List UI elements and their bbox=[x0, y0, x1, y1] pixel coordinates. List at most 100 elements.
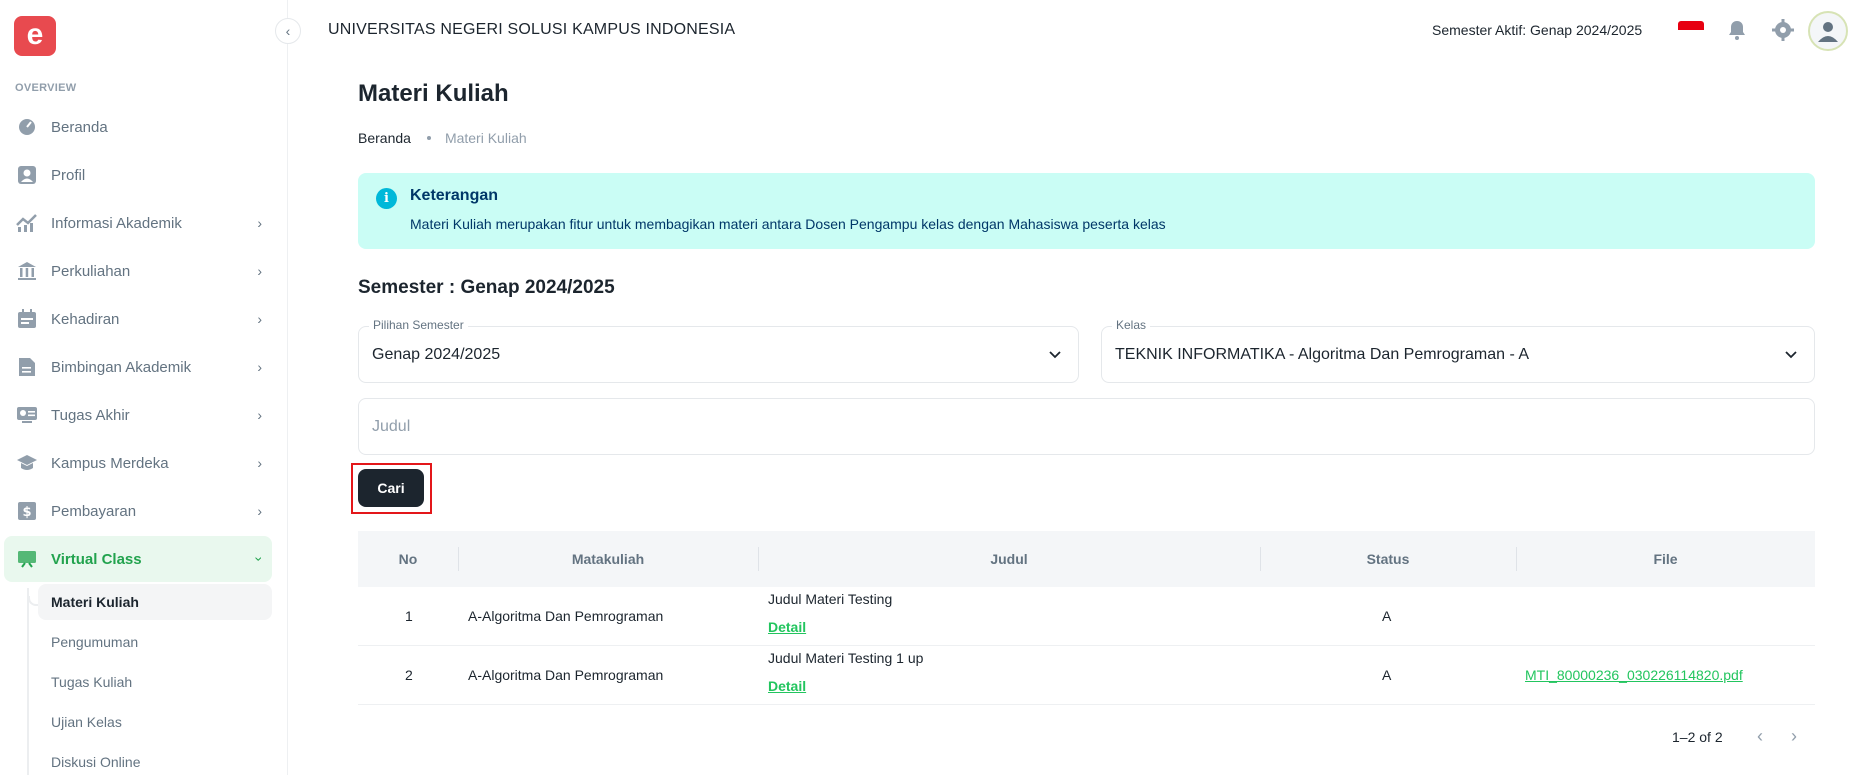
alert-title: Keterangan bbox=[410, 187, 499, 204]
cell-matakuliah: A-Algoritma Dan Pemrograman bbox=[468, 608, 664, 624]
sidebar-item-label: Virtual Class bbox=[51, 550, 142, 568]
sidebar-subitem-tugas-kuliah[interactable]: Tugas Kuliah bbox=[38, 664, 272, 700]
sidebar-item-perkuliahan[interactable]: Perkuliahan › bbox=[4, 248, 272, 294]
bell-icon[interactable] bbox=[1725, 18, 1749, 42]
chart-icon bbox=[16, 212, 38, 234]
dollar-icon: $ bbox=[16, 500, 38, 522]
sidebar-subitem-materi-kuliah[interactable]: Materi Kuliah bbox=[38, 584, 272, 620]
sidebar-item-label: Kehadiran bbox=[51, 310, 120, 328]
sidebar-item-profil[interactable]: Profil bbox=[4, 152, 272, 198]
cell-judul: Judul Materi Testing 1 up bbox=[768, 650, 924, 666]
pagination-info: 1–2 of 2 bbox=[1672, 729, 1723, 745]
table-header: No Matakuliah Judul Status File bbox=[358, 531, 1815, 587]
submenu-tick bbox=[28, 596, 38, 606]
file-link[interactable]: MTI_80000236_030226114820.pdf bbox=[1525, 667, 1743, 683]
cell-status: A bbox=[1382, 667, 1392, 683]
previous-page-button[interactable]: ‹ bbox=[1749, 726, 1771, 748]
sidebar-section-label: OVERVIEW bbox=[15, 82, 77, 94]
graduation-cap-icon bbox=[16, 452, 38, 474]
semester-select-label: Pilihan Semester bbox=[369, 318, 468, 332]
alert-text: Materi Kuliah merupakan fitur untuk memb… bbox=[410, 216, 1166, 232]
column-header-matakuliah[interactable]: Matakuliah bbox=[458, 531, 758, 587]
sidebar-subitem-label: Pengumuman bbox=[51, 634, 139, 650]
chevron-down-icon bbox=[1785, 351, 1797, 359]
sidebar-subitem-ujian-kelas[interactable]: Ujian Kelas bbox=[38, 704, 272, 740]
breadcrumb-home-link[interactable]: Beranda bbox=[358, 130, 411, 146]
detail-link[interactable]: Detail bbox=[768, 678, 806, 694]
sidebar-collapse-button[interactable]: ‹ bbox=[275, 18, 301, 44]
sidebar-subitem-label: Ujian Kelas bbox=[51, 714, 122, 730]
kelas-select[interactable]: Kelas TEKNIK INFORMATIKA - Algoritma Dan… bbox=[1101, 318, 1815, 383]
active-semester: Semester Aktif: Genap 2024/2025 bbox=[1432, 22, 1643, 38]
board-icon bbox=[16, 548, 38, 570]
chevron-right-icon: › bbox=[257, 455, 262, 471]
page-title: Materi Kuliah bbox=[358, 80, 509, 107]
chevron-right-icon: › bbox=[257, 311, 262, 327]
cell-matakuliah: A-Algoritma Dan Pemrograman bbox=[468, 667, 664, 683]
breadcrumb: Beranda Materi Kuliah bbox=[358, 130, 527, 146]
chevron-right-icon: › bbox=[257, 359, 262, 375]
chevron-right-icon: › bbox=[257, 503, 262, 519]
dashboard-icon bbox=[16, 116, 38, 138]
column-header-file[interactable]: File bbox=[1516, 531, 1815, 587]
cell-status: A bbox=[1382, 608, 1392, 624]
sidebar-item-kampus-merdeka[interactable]: Kampus Merdeka › bbox=[4, 440, 272, 486]
cell-no: 1 bbox=[405, 608, 413, 624]
semester-heading: Semester : Genap 2024/2025 bbox=[358, 277, 615, 298]
id-card-icon bbox=[16, 404, 38, 426]
sidebar-item-label: Tugas Akhir bbox=[51, 406, 130, 424]
column-header-judul[interactable]: Judul bbox=[758, 531, 1260, 587]
sidebar-item-label: Informasi Akademik bbox=[51, 214, 182, 232]
sidebar: e OVERVIEW Beranda Profil Informasi Akad… bbox=[0, 0, 288, 775]
kelas-select-value: TEKNIK INFORMATIKA - Algoritma Dan Pemro… bbox=[1115, 346, 1530, 363]
app-logo[interactable]: e bbox=[14, 16, 56, 56]
chevron-right-icon: › bbox=[257, 215, 262, 231]
sidebar-item-virtual-class[interactable]: Virtual Class › bbox=[4, 536, 272, 582]
sidebar-item-beranda[interactable]: Beranda bbox=[4, 104, 272, 150]
sidebar-item-label: Beranda bbox=[51, 118, 108, 136]
sidebar-subitem-label: Tugas Kuliah bbox=[51, 674, 133, 690]
detail-link[interactable]: Detail bbox=[768, 619, 806, 635]
svg-text:$: $ bbox=[22, 505, 31, 520]
chevron-down-icon bbox=[1049, 351, 1061, 359]
sidebar-item-pembayaran[interactable]: $ Pembayaran › bbox=[4, 488, 272, 534]
university-name: UNIVERSITAS NEGERI SOLUSI KAMPUS INDONES… bbox=[328, 21, 736, 38]
sidebar-item-informasi-akademik[interactable]: Informasi Akademik › bbox=[4, 200, 272, 246]
sidebar-subitem-label: Diskusi Online bbox=[51, 754, 141, 770]
document-icon bbox=[16, 356, 38, 378]
search-button[interactable]: Cari bbox=[358, 469, 424, 507]
semester-select[interactable]: Pilihan Semester Genap 2024/2025 bbox=[358, 318, 1079, 383]
sidebar-item-label: Kampus Merdeka bbox=[51, 454, 169, 472]
chevron-down-icon: › bbox=[251, 556, 268, 562]
info-alert: i Keterangan Materi Kuliah merupakan fit… bbox=[358, 173, 1815, 249]
column-header-no[interactable]: No bbox=[358, 531, 458, 587]
sidebar-item-bimbingan-akademik[interactable]: Bimbingan Akademik › bbox=[4, 344, 272, 390]
cell-no: 2 bbox=[405, 667, 413, 683]
semester-select-value: Genap 2024/2025 bbox=[372, 346, 501, 363]
institution-icon bbox=[16, 260, 38, 282]
submenu-line bbox=[27, 588, 29, 775]
judul-input[interactable] bbox=[359, 399, 1814, 454]
settings-gear-icon[interactable] bbox=[1771, 18, 1795, 42]
judul-field bbox=[358, 398, 1815, 455]
breadcrumb-separator bbox=[426, 136, 431, 140]
sidebar-item-label: Perkuliahan bbox=[51, 262, 131, 280]
breadcrumb-current: Materi Kuliah bbox=[444, 130, 527, 146]
avatar[interactable] bbox=[1808, 11, 1848, 51]
sidebar-subitem-label: Materi Kuliah bbox=[51, 594, 139, 610]
next-page-button[interactable]: › bbox=[1783, 726, 1805, 748]
info-icon: i bbox=[376, 188, 397, 209]
table-row: 2 A-Algoritma Dan Pemrograman Judul Mate… bbox=[358, 646, 1815, 705]
language-flag-icon[interactable] bbox=[1678, 21, 1704, 39]
chevron-right-icon: › bbox=[257, 263, 262, 279]
user-icon bbox=[16, 164, 38, 186]
column-header-status[interactable]: Status bbox=[1260, 531, 1516, 587]
sidebar-item-label: Pembayaran bbox=[51, 502, 137, 520]
calendar-icon bbox=[16, 308, 38, 330]
sidebar-item-label: Bimbingan Akademik bbox=[51, 358, 192, 376]
sidebar-subitem-pengumuman[interactable]: Pengumuman bbox=[38, 624, 272, 660]
chevron-right-icon: › bbox=[257, 407, 262, 423]
sidebar-item-tugas-akhir[interactable]: Tugas Akhir › bbox=[4, 392, 272, 438]
sidebar-item-kehadiran[interactable]: Kehadiran › bbox=[4, 296, 272, 342]
kelas-select-label: Kelas bbox=[1112, 318, 1151, 332]
